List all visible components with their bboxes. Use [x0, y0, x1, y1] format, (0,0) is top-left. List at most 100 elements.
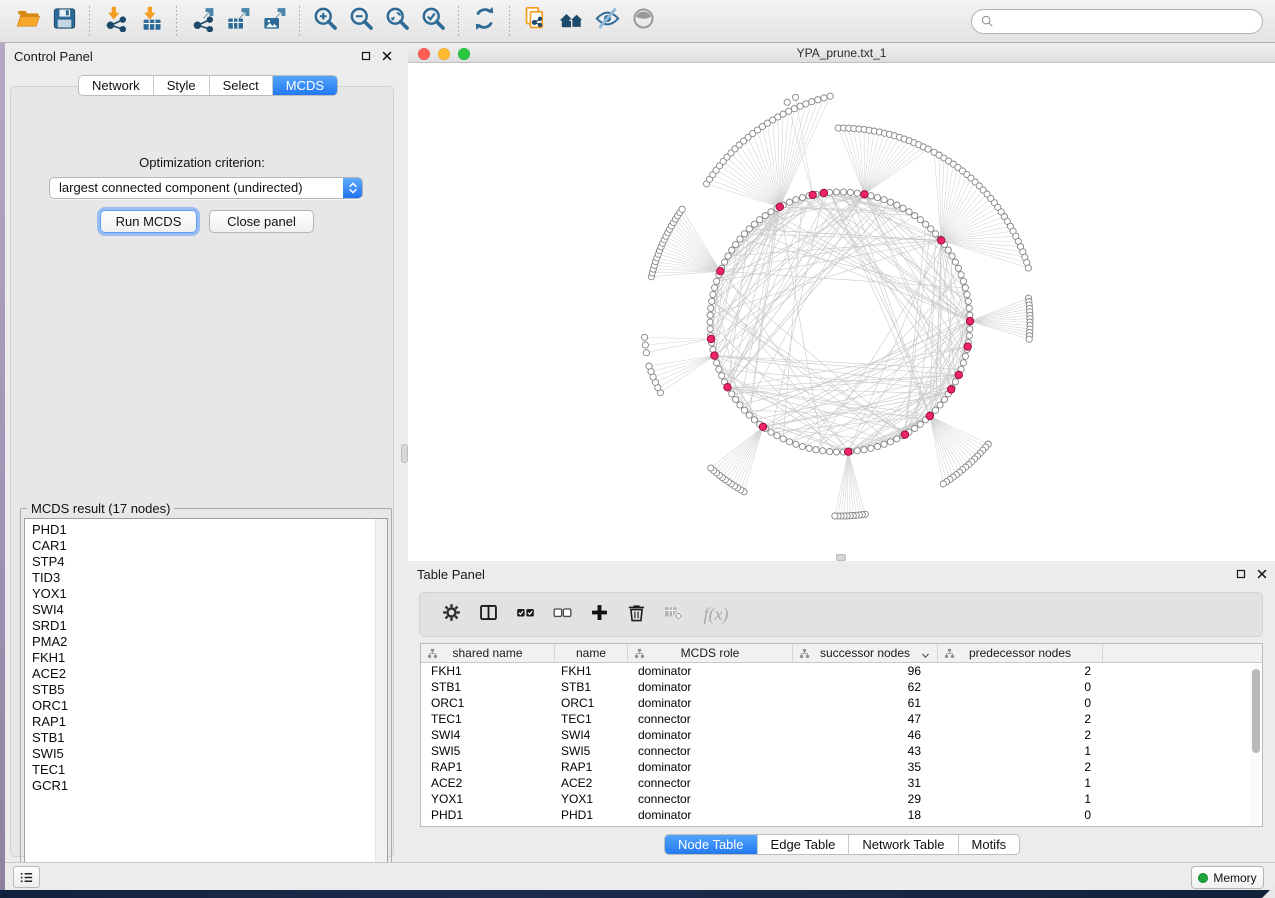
- network-node[interactable]: [932, 407, 938, 413]
- network-node[interactable]: [762, 213, 768, 219]
- tab-node-table[interactable]: Node Table: [665, 835, 757, 854]
- network-node[interactable]: [949, 253, 955, 259]
- hide-graphics-details-button[interactable]: [589, 3, 625, 39]
- mcds-result-list[interactable]: PHD1CAR1STP4TID3YOX1SWI4SRD1PMA2FKH1ACE2…: [24, 518, 388, 878]
- column-header-MCDS-role[interactable]: MCDS role: [628, 644, 793, 662]
- network-node[interactable]: [964, 291, 970, 297]
- table-scrollbar-thumb[interactable]: [1252, 669, 1260, 753]
- network-node[interactable]: [799, 194, 805, 200]
- column-header-shared-name[interactable]: shared name: [421, 644, 555, 662]
- mcds-node[interactable]: [926, 412, 933, 419]
- network-node[interactable]: [813, 447, 819, 453]
- mcds-node[interactable]: [966, 317, 973, 324]
- export-table-button[interactable]: [220, 3, 256, 39]
- memory-button[interactable]: Memory: [1191, 866, 1264, 889]
- float-window-icon[interactable]: [360, 50, 372, 62]
- unselect-all-columns-button[interactable]: [547, 599, 577, 631]
- network-node[interactable]: [923, 221, 929, 227]
- run-mcds-button[interactable]: Run MCDS: [100, 210, 197, 233]
- network-node[interactable]: [881, 197, 887, 203]
- network-node[interactable]: [679, 206, 685, 212]
- save-session-button[interactable]: [46, 3, 82, 39]
- table-row[interactable]: STB1STB1dominator620: [421, 679, 1262, 695]
- network-node[interactable]: [940, 481, 946, 487]
- mcds-node[interactable]: [707, 335, 714, 342]
- network-node[interactable]: [960, 278, 966, 284]
- mcds-result-item[interactable]: SWI5: [25, 746, 387, 762]
- mcds-result-item[interactable]: STB5: [25, 682, 387, 698]
- mcds-node[interactable]: [717, 268, 724, 275]
- mcds-node[interactable]: [901, 431, 908, 438]
- group-nodes-button[interactable]: [553, 3, 589, 39]
- network-node[interactable]: [784, 99, 790, 105]
- zoom-in-button[interactable]: [307, 3, 343, 39]
- network-node[interactable]: [1025, 265, 1031, 271]
- network-node[interactable]: [967, 326, 973, 332]
- network-node[interactable]: [751, 221, 757, 227]
- network-node[interactable]: [780, 436, 786, 442]
- mcds-node[interactable]: [809, 191, 816, 198]
- network-node[interactable]: [793, 441, 799, 447]
- network-node[interactable]: [707, 319, 713, 325]
- network-node[interactable]: [709, 298, 715, 304]
- network-node[interactable]: [714, 360, 720, 366]
- open-file-button[interactable]: [10, 3, 46, 39]
- network-node[interactable]: [786, 439, 792, 445]
- network-node[interactable]: [962, 353, 968, 359]
- network-node[interactable]: [928, 226, 934, 232]
- search-input[interactable]: [994, 14, 1254, 29]
- table-row[interactable]: ACE2ACE2connector311: [421, 775, 1262, 791]
- network-node[interactable]: [792, 94, 798, 100]
- network-node[interactable]: [741, 231, 747, 237]
- network-node[interactable]: [815, 97, 821, 103]
- tab-select[interactable]: Select: [209, 76, 272, 95]
- network-node[interactable]: [729, 391, 735, 397]
- column-header-predecessor-nodes[interactable]: predecessor nodes: [938, 644, 1103, 662]
- mcds-result-item[interactable]: TEC1: [25, 762, 387, 778]
- network-node[interactable]: [708, 465, 714, 471]
- mcds-result-item[interactable]: STP4: [25, 554, 387, 570]
- network-node[interactable]: [874, 443, 880, 449]
- mcds-node[interactable]: [938, 237, 945, 244]
- network-node[interactable]: [737, 236, 743, 242]
- mcds-result-item[interactable]: ORC1: [25, 698, 387, 714]
- network-node[interactable]: [887, 439, 893, 445]
- network-node[interactable]: [881, 441, 887, 447]
- mcds-result-item[interactable]: TID3: [25, 570, 387, 586]
- network-node[interactable]: [768, 209, 774, 215]
- network-node[interactable]: [854, 448, 860, 454]
- split-panel-button[interactable]: [473, 599, 503, 631]
- mcds-node[interactable]: [947, 386, 954, 393]
- network-node[interactable]: [722, 259, 728, 265]
- float-window-icon[interactable]: [1235, 568, 1247, 580]
- table-row[interactable]: SWI5SWI5connector431: [421, 743, 1262, 759]
- network-node[interactable]: [719, 373, 725, 379]
- network-node[interactable]: [707, 312, 713, 318]
- network-node[interactable]: [868, 193, 874, 199]
- table-row[interactable]: SWI4SWI4dominator462: [421, 727, 1262, 743]
- network-node[interactable]: [861, 447, 867, 453]
- mcds-node[interactable]: [724, 384, 731, 391]
- network-node[interactable]: [646, 363, 652, 369]
- table-scrollbar[interactable]: [1250, 664, 1261, 825]
- mcds-result-item[interactable]: PHD1: [25, 522, 387, 538]
- network-node[interactable]: [937, 402, 943, 408]
- network-node[interactable]: [952, 379, 958, 385]
- network-node[interactable]: [746, 226, 752, 232]
- network-node[interactable]: [900, 205, 906, 211]
- close-panel-icon[interactable]: [1256, 568, 1268, 580]
- network-node[interactable]: [737, 402, 743, 408]
- network-node[interactable]: [733, 396, 739, 402]
- network-node[interactable]: [952, 259, 958, 265]
- mcds-node[interactable]: [711, 352, 718, 359]
- mcds-result-item[interactable]: ACE2: [25, 666, 387, 682]
- network-node[interactable]: [965, 298, 971, 304]
- network-node[interactable]: [925, 146, 931, 152]
- tab-mcds[interactable]: MCDS: [272, 76, 337, 95]
- tab-style[interactable]: Style: [153, 76, 209, 95]
- network-node[interactable]: [757, 217, 763, 223]
- sort-chevron-icon[interactable]: [921, 649, 930, 658]
- mcds-result-item[interactable]: FKH1: [25, 650, 387, 666]
- network-node[interactable]: [733, 241, 739, 247]
- refresh-view-button[interactable]: [466, 3, 502, 39]
